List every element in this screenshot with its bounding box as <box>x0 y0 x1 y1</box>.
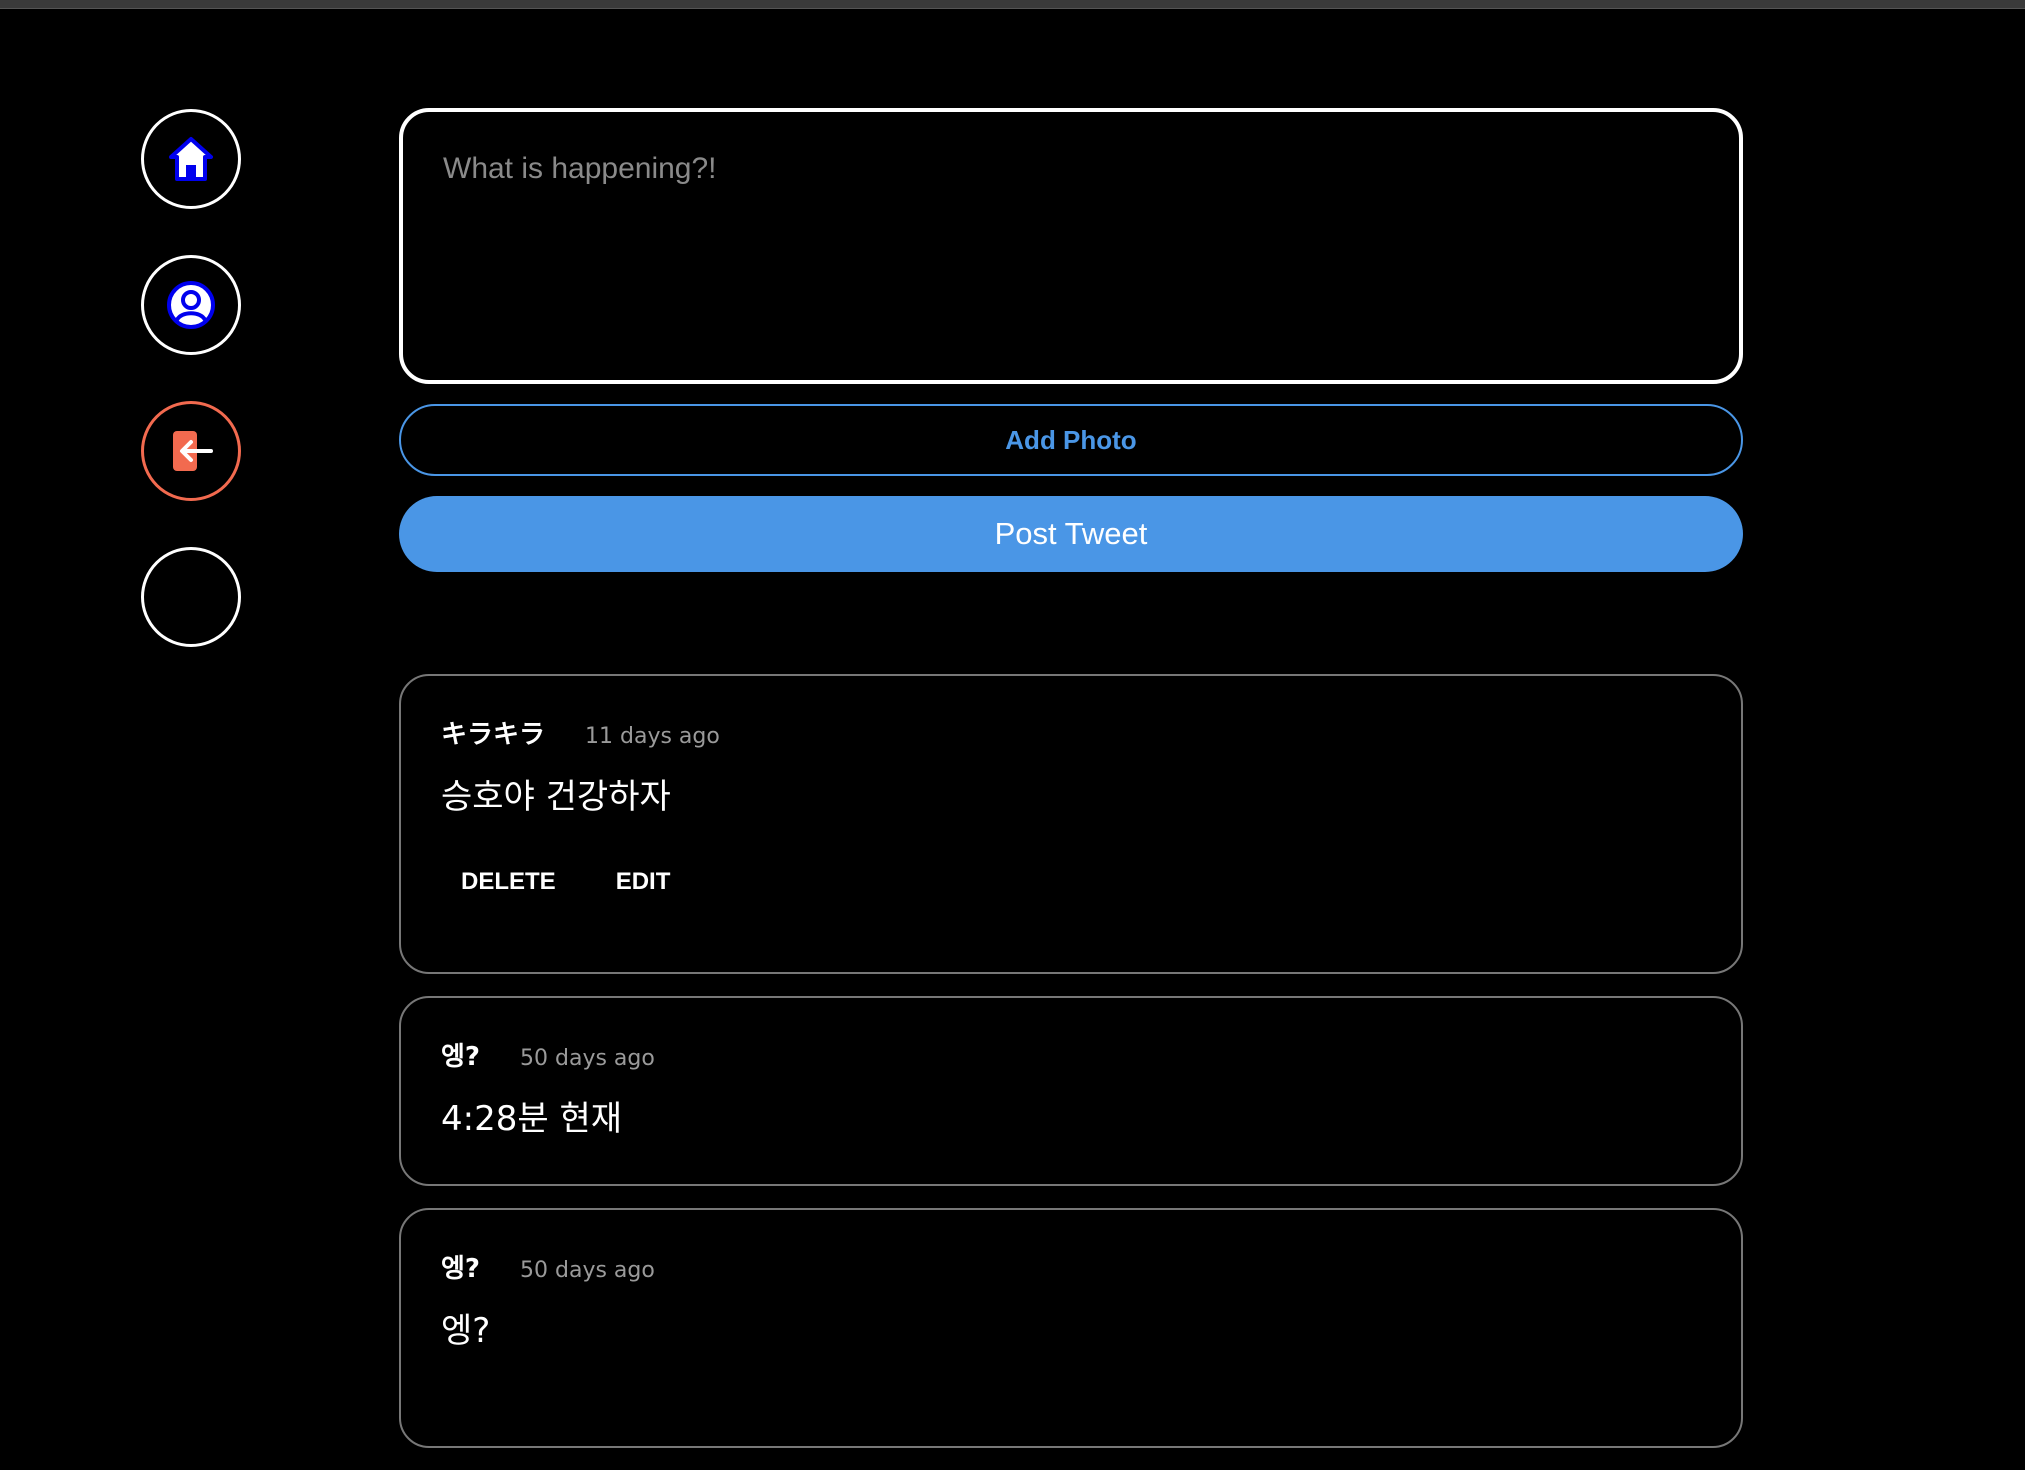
tweet-username: 엥? <box>441 1042 481 1072</box>
tweet-text: 엥? <box>441 1311 491 1351</box>
add-photo-button[interactable]: Add Photo <box>399 404 1743 476</box>
tweet-text: 승호야 건강하자 <box>441 777 671 817</box>
tweet-text: 4:28분 현재 <box>441 1099 622 1139</box>
tweet-card: キラキラ 11 days ago 승호야 건강하자 DELETE EDIT <box>399 674 1743 974</box>
tweet-timestamp: 50 days ago <box>520 1046 655 1071</box>
tweet-username: 엥? <box>441 1254 481 1284</box>
post-tweet-button[interactable]: Post Tweet <box>399 496 1743 572</box>
window-top-bar <box>0 0 2025 9</box>
home-button[interactable] <box>141 109 241 209</box>
delete-button[interactable]: DELETE <box>461 868 556 896</box>
tweet-username: キラキラ <box>441 720 546 750</box>
tweet-header: 엥? 50 days ago <box>441 1248 1701 1285</box>
post-form: Add Photo Post Tweet <box>399 108 1743 572</box>
logout-button[interactable] <box>141 401 241 501</box>
empty-nav-button[interactable] <box>141 547 241 647</box>
tweet-timestamp: 11 days ago <box>585 724 720 749</box>
edit-button[interactable]: EDIT <box>616 868 671 896</box>
tweet-feed: キラキラ 11 days ago 승호야 건강하자 DELETE EDIT 엥?… <box>399 674 1743 1470</box>
sidebar-nav <box>141 109 241 693</box>
tweet-header: キラキラ 11 days ago <box>441 714 1701 751</box>
tweet-header: 엥? 50 days ago <box>441 1036 1701 1073</box>
profile-button[interactable] <box>141 255 241 355</box>
tweet-timestamp: 50 days ago <box>520 1258 655 1283</box>
tweet-card: 엥? 50 days ago 엥? <box>399 1208 1743 1448</box>
logout-icon <box>173 431 213 471</box>
user-icon <box>167 281 215 329</box>
tweet-card: 엥? 50 days ago 4:28분 현재 <box>399 996 1743 1186</box>
tweet-textarea[interactable] <box>399 108 1743 384</box>
tweet-actions: DELETE EDIT <box>441 868 1701 896</box>
home-icon <box>169 137 213 181</box>
